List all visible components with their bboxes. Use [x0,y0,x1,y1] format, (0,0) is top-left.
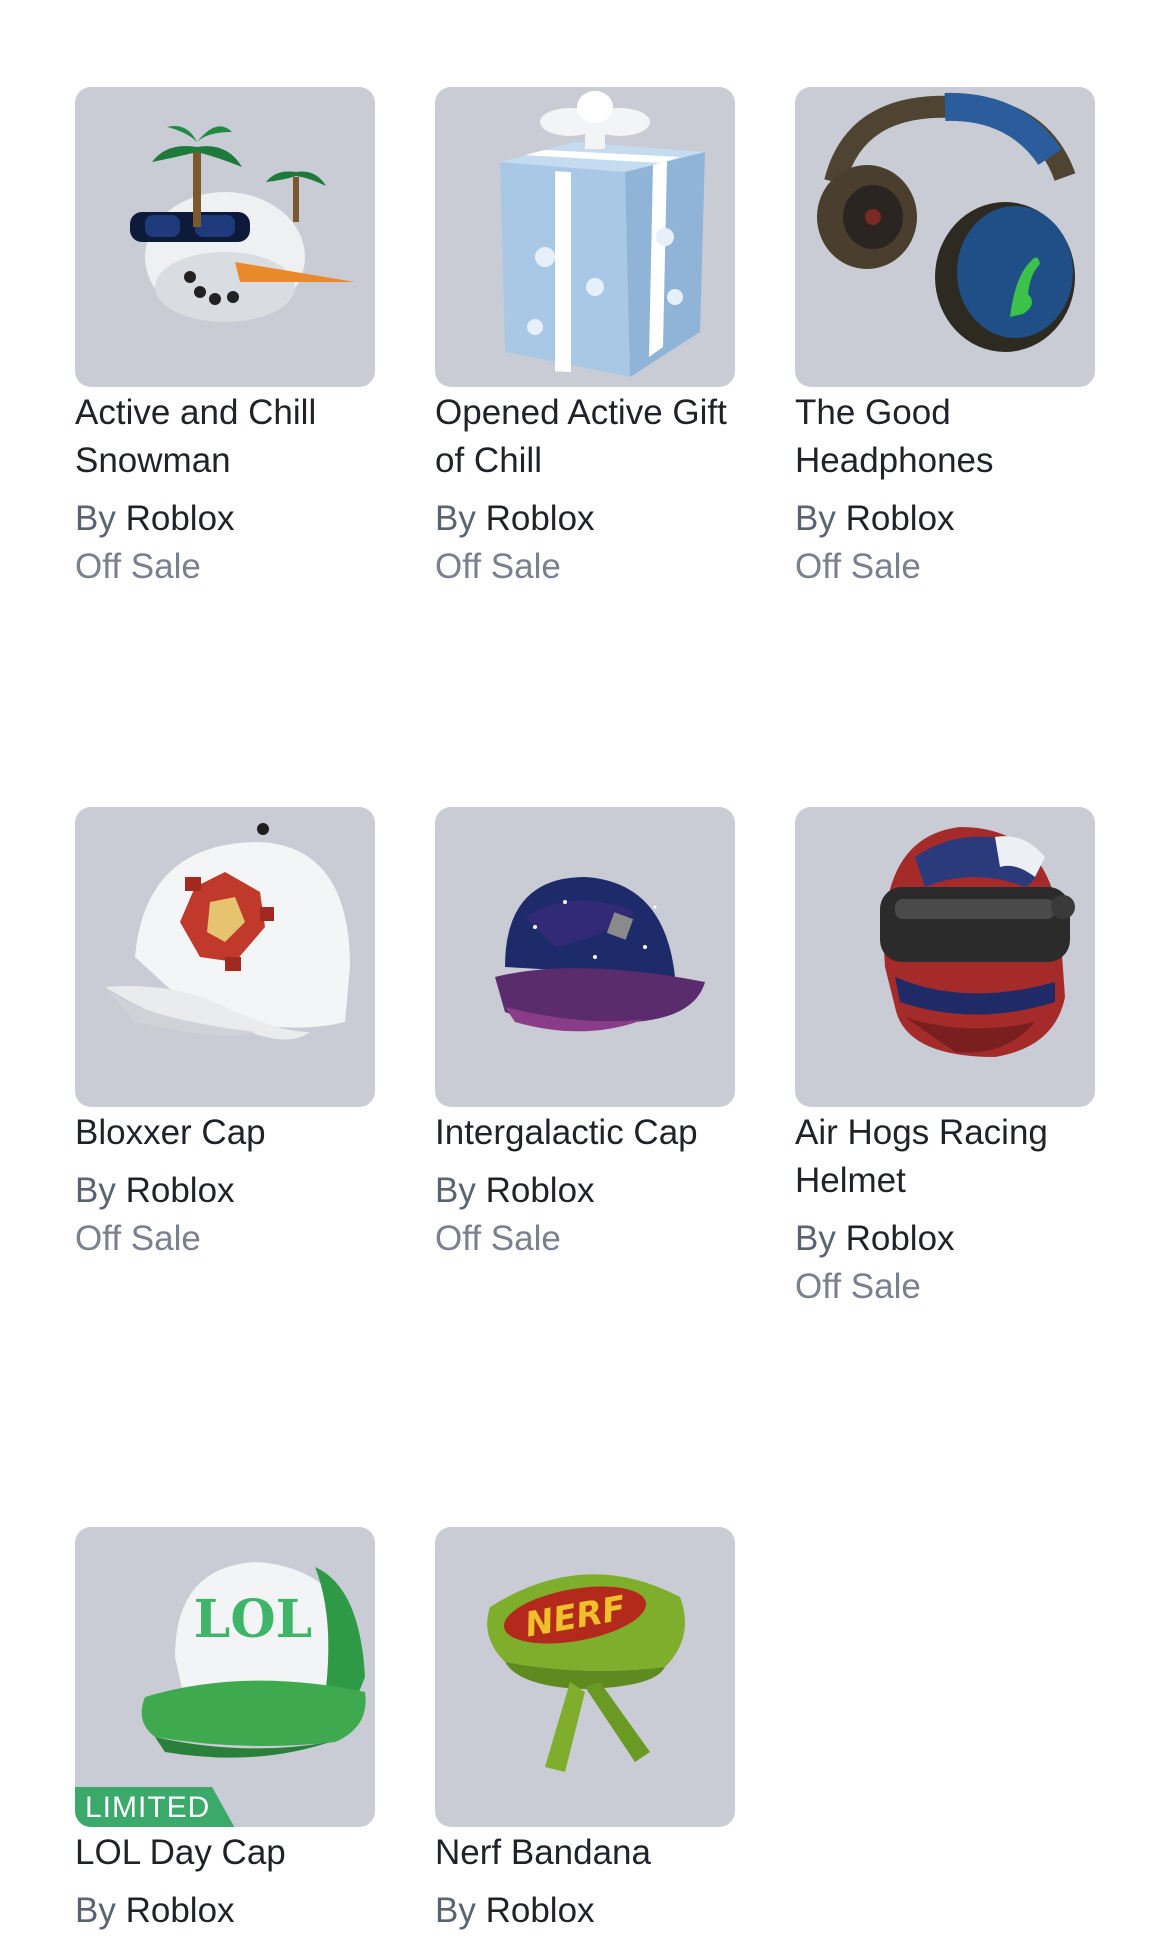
item-card[interactable]: NERF Nerf Bandana By Roblox [435,1527,735,1935]
item-creator: By Roblox [435,1887,735,1935]
item-creator: By Roblox [75,1887,375,1935]
item-name[interactable]: Opened Active Gift of Chill [435,389,735,485]
item-creator: By Roblox [435,495,735,543]
item-thumbnail[interactable]: LOL LIMITED [75,1527,375,1827]
cap-lol-lettering: LOL [194,1589,312,1650]
item-creator: By Roblox [795,1215,1095,1263]
creator-link[interactable]: Roblox [126,1171,235,1210]
item-thumbnail[interactable] [75,87,375,387]
item-name[interactable]: The Good Headphones [795,389,1095,485]
item-name[interactable]: Active and Chill Snowman [75,389,375,485]
creator-prefix: By [435,499,476,538]
item-status: Off Sale [795,547,921,586]
item-card[interactable]: LOL LIMITED LOL Day Cap By Roblox [75,1527,375,1935]
creator-link[interactable]: Roblox [126,1891,235,1930]
bandana-icon: NERF [487,1574,685,1772]
item-card[interactable]: Intergalactic Cap By Roblox Off Sale [435,807,735,1263]
item-creator: By Roblox [75,495,375,543]
item-creator: By Roblox [75,1167,375,1215]
galaxy-cap-icon [495,877,705,1032]
creator-link[interactable]: Roblox [486,499,595,538]
item-card[interactable]: Air Hogs Racing Helmet By Roblox Off Sal… [795,807,1095,1311]
creator-prefix: By [75,1891,116,1930]
creator-link[interactable]: Roblox [846,499,955,538]
creator-prefix: By [435,1891,476,1930]
creator-link[interactable]: Roblox [486,1891,595,1930]
item-name[interactable]: Intergalactic Cap [435,1109,735,1157]
item-status: Off Sale [795,1267,921,1306]
item-thumbnail[interactable] [75,807,375,1107]
creator-prefix: By [435,1171,476,1210]
item-status: Off Sale [75,547,201,586]
creator-prefix: By [75,499,116,538]
item-creator: By Roblox [435,1167,735,1215]
creator-link[interactable]: Roblox [126,499,235,538]
item-status: Off Sale [435,547,561,586]
item-status: Off Sale [435,1219,561,1258]
creator-prefix: By [795,499,836,538]
limited-badge: LIMITED [75,1787,235,1827]
headphones-icon [817,92,1076,352]
item-name[interactable]: Bloxxer Cap [75,1109,375,1157]
item-thumbnail[interactable] [435,807,735,1107]
item-name[interactable]: LOL Day Cap [75,1829,375,1877]
item-card[interactable]: The Good Headphones By Roblox Off Sale [795,87,1095,591]
item-card[interactable]: Active and Chill Snowman By Roblox Off S… [75,87,375,591]
creator-link[interactable]: Roblox [486,1171,595,1210]
item-name[interactable]: Nerf Bandana [435,1829,735,1877]
white-cap-icon [105,823,350,1040]
catalog-grid: Active and Chill Snowman By Roblox Off S… [0,0,1170,1946]
creator-prefix: By [795,1219,836,1258]
item-thumbnail[interactable] [795,87,1095,387]
gift-box-icon [500,91,705,377]
creator-prefix: By [75,1171,116,1210]
creator-link[interactable]: Roblox [846,1219,955,1258]
item-thumbnail[interactable]: NERF [435,1527,735,1827]
snowman-hat-icon [130,126,355,322]
lol-cap-icon: LOL [141,1562,366,1758]
item-thumbnail[interactable] [435,87,735,387]
item-card[interactable]: Opened Active Gift of Chill By Roblox Of… [435,87,735,591]
item-status: Off Sale [75,1219,201,1258]
racing-helmet-icon [880,827,1075,1057]
item-creator: By Roblox [795,495,1095,543]
item-name[interactable]: Air Hogs Racing Helmet [795,1109,1095,1205]
item-card[interactable]: Bloxxer Cap By Roblox Off Sale [75,807,375,1263]
item-thumbnail[interactable] [795,807,1095,1107]
